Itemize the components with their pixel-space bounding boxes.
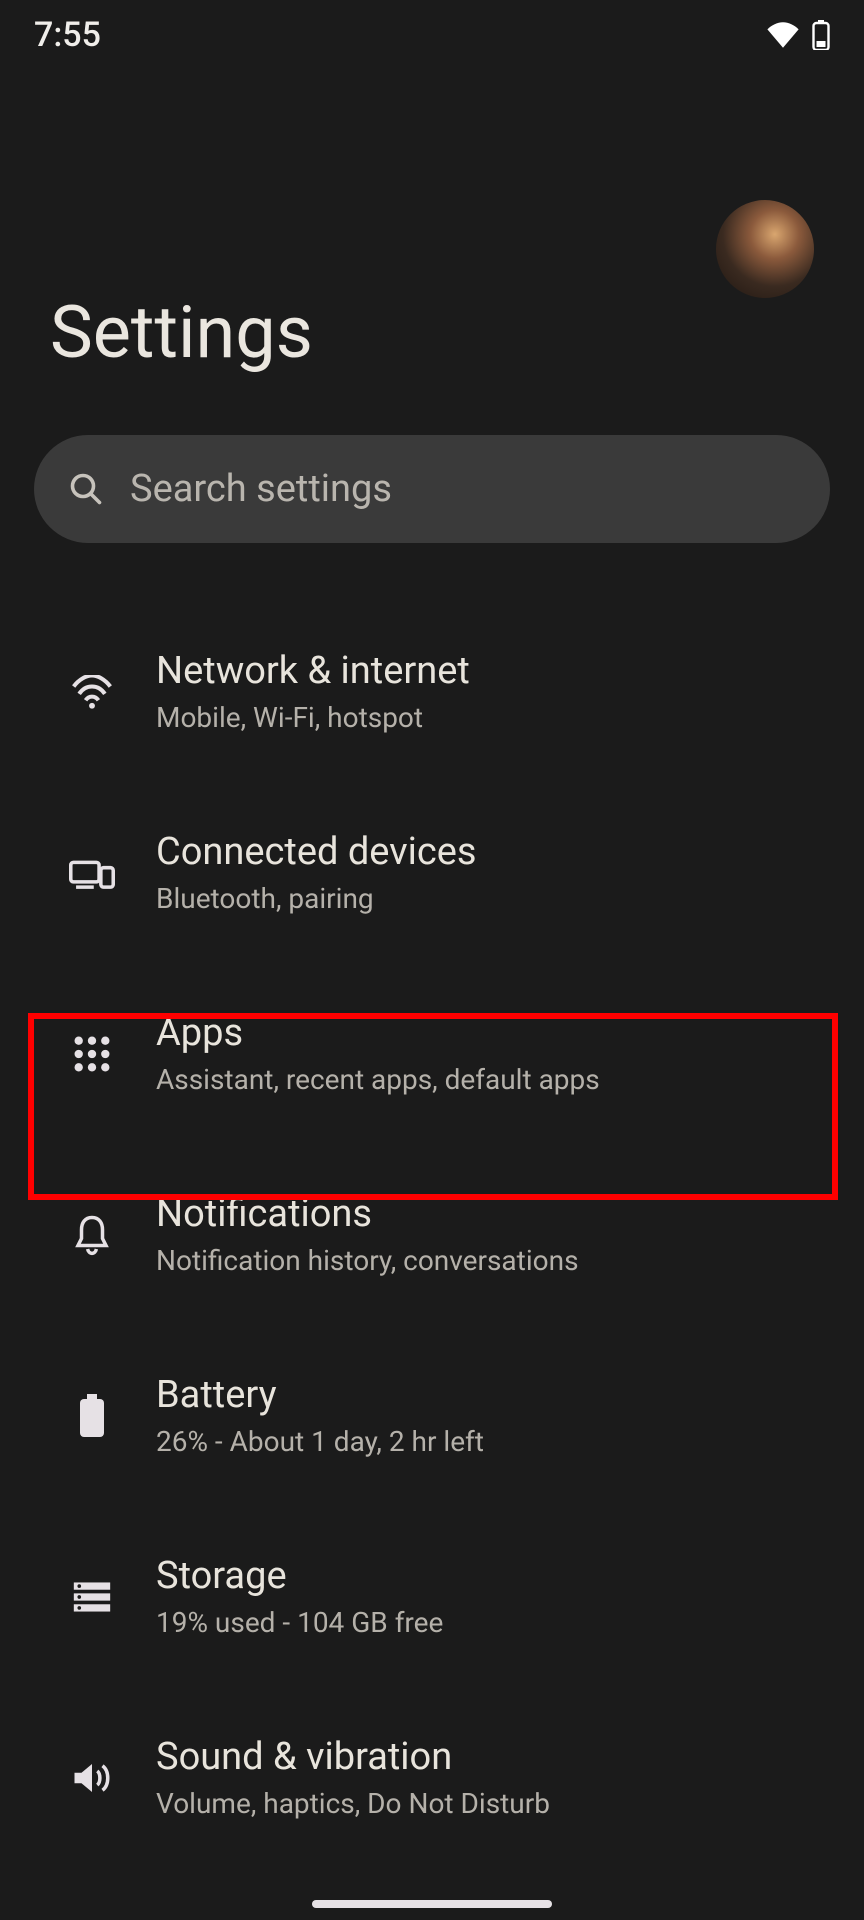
- status-time: 7:55: [34, 15, 101, 55]
- settings-item-apps[interactable]: Apps Assistant, recent apps, default app…: [0, 963, 864, 1144]
- item-subtitle: 26% - About 1 day, 2 hr left: [156, 1425, 484, 1458]
- item-title: Connected devices: [156, 830, 477, 874]
- profile-avatar[interactable]: [716, 200, 814, 298]
- item-subtitle: Volume, haptics, Do Not Disturb: [156, 1787, 550, 1820]
- bell-icon: [68, 1214, 116, 1256]
- settings-item-battery[interactable]: Battery 26% - About 1 day, 2 hr left: [0, 1325, 864, 1506]
- item-title: Apps: [156, 1011, 600, 1055]
- item-subtitle: Notification history, conversations: [156, 1244, 579, 1277]
- item-subtitle: Assistant, recent apps, default apps: [156, 1063, 600, 1096]
- item-title: Storage: [156, 1554, 443, 1598]
- gesture-nav-handle[interactable]: [312, 1900, 552, 1908]
- storage-icon: [68, 1580, 116, 1614]
- search-settings[interactable]: Search settings: [34, 435, 830, 543]
- settings-item-connected-devices[interactable]: Connected devices Bluetooth, pairing: [0, 782, 864, 963]
- item-title: Battery: [156, 1373, 484, 1417]
- page-title: Settings: [50, 290, 814, 375]
- item-title: Network & internet: [156, 649, 470, 693]
- item-subtitle: Bluetooth, pairing: [156, 882, 477, 915]
- item-subtitle: 19% used - 104 GB free: [156, 1606, 443, 1639]
- item-title: Notifications: [156, 1192, 579, 1236]
- volume-icon: [68, 1759, 116, 1797]
- devices-icon: [68, 856, 116, 890]
- settings-list: Network & internet Mobile, Wi-Fi, hotspo…: [0, 573, 864, 1868]
- search-placeholder: Search settings: [130, 467, 392, 511]
- battery-icon: [812, 20, 830, 50]
- search-icon: [68, 471, 104, 507]
- battery-icon: [68, 1394, 116, 1438]
- settings-item-sound[interactable]: Sound & vibration Volume, haptics, Do No…: [0, 1687, 864, 1868]
- settings-item-network[interactable]: Network & internet Mobile, Wi-Fi, hotspo…: [0, 601, 864, 782]
- status-bar: 7:55: [0, 0, 864, 70]
- wifi-icon: [68, 675, 116, 709]
- apps-grid-icon: [68, 1035, 116, 1073]
- item-title: Sound & vibration: [156, 1735, 550, 1779]
- wifi-icon: [766, 22, 800, 48]
- settings-item-storage[interactable]: Storage 19% used - 104 GB free: [0, 1506, 864, 1687]
- settings-item-notifications[interactable]: Notifications Notification history, conv…: [0, 1144, 864, 1325]
- item-subtitle: Mobile, Wi-Fi, hotspot: [156, 701, 470, 734]
